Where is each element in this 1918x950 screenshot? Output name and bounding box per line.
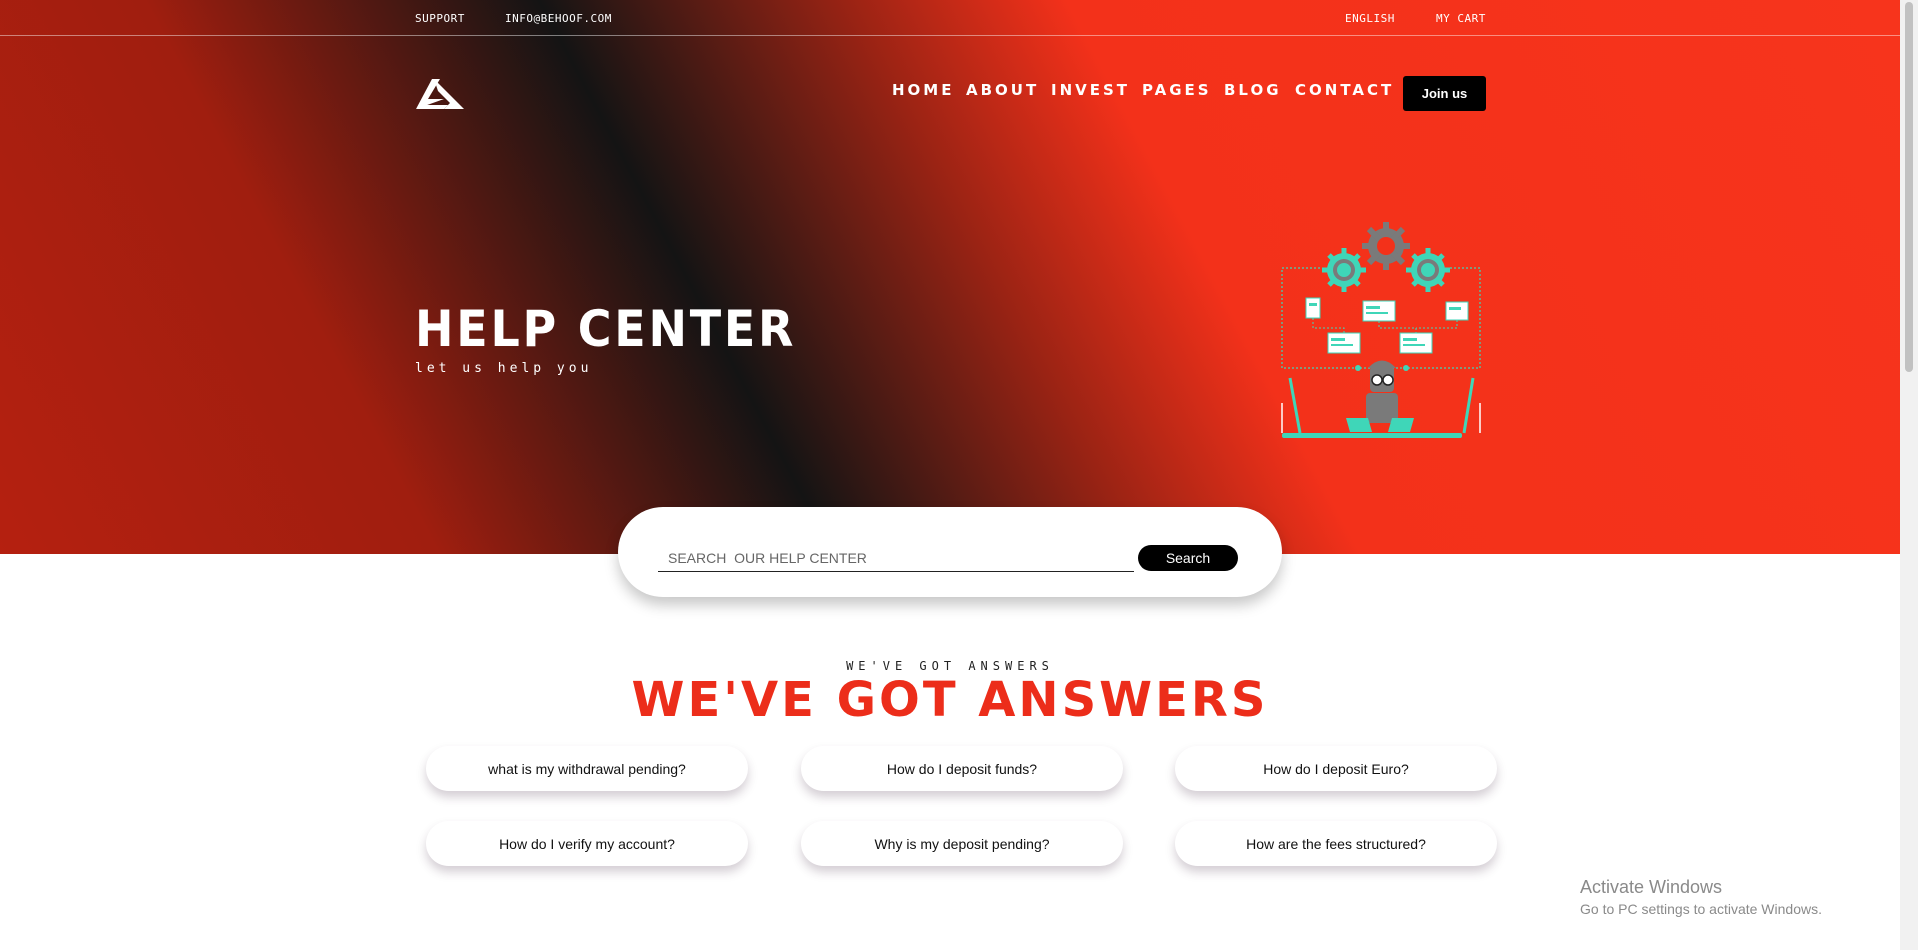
faq-item[interactable]: How do I deposit Euro?: [1175, 746, 1497, 791]
faq-item[interactable]: what is my withdrawal pending?: [426, 746, 748, 791]
hero-section: SUPPORT INFO@BEHOOF.COM ENGLISH MY CART …: [0, 0, 1900, 554]
faq-item[interactable]: Why is my deposit pending?: [801, 821, 1123, 866]
windows-activation-title: Activate Windows: [1580, 877, 1723, 897]
support-link[interactable]: SUPPORT: [415, 12, 465, 25]
search-button[interactable]: Search: [1138, 545, 1238, 571]
nav-pages[interactable]: PAGES: [1142, 81, 1212, 99]
page-title: HELP CENTER: [415, 300, 797, 358]
language-selector[interactable]: ENGLISH: [1345, 12, 1395, 25]
gear-icon: [1362, 222, 1410, 270]
gear-icon: [1322, 248, 1366, 292]
faq-item[interactable]: How do I verify my account?: [426, 821, 748, 866]
section-title: WE'VE GOT ANSWERS: [631, 672, 1269, 728]
top-bar: SUPPORT INFO@BEHOOF.COM ENGLISH MY CART: [0, 0, 1900, 36]
nav-home[interactable]: HOME: [892, 81, 954, 99]
nav-blog[interactable]: BLOG: [1224, 81, 1282, 99]
cart-link[interactable]: MY CART: [1436, 12, 1486, 25]
email-link[interactable]: INFO@BEHOOF.COM: [505, 12, 612, 25]
section-eyebrow: WE'VE GOT ANSWERS: [846, 659, 1054, 673]
search-input[interactable]: [658, 544, 1134, 572]
faq-item[interactable]: How are the fees structured?: [1175, 821, 1497, 866]
gear-icon: [1406, 248, 1450, 292]
page-scrollbar[interactable]: [1900, 0, 1918, 950]
support-illustration-icon: [1281, 222, 1481, 438]
scrollbar-thumb[interactable]: [1905, 2, 1913, 372]
join-us-button[interactable]: Join us: [1403, 76, 1486, 111]
search-panel: Search: [618, 507, 1282, 597]
nav-contact[interactable]: CONTACT: [1295, 81, 1394, 99]
logo-icon[interactable]: [414, 75, 466, 113]
nav-about[interactable]: ABOUT: [966, 81, 1039, 99]
faq-item[interactable]: How do I deposit funds?: [801, 746, 1123, 791]
nav-invest[interactable]: INVEST: [1051, 81, 1130, 99]
page-subtitle: let us help you: [415, 361, 593, 376]
windows-activation-text: Go to PC settings to activate Windows.: [1580, 901, 1822, 917]
